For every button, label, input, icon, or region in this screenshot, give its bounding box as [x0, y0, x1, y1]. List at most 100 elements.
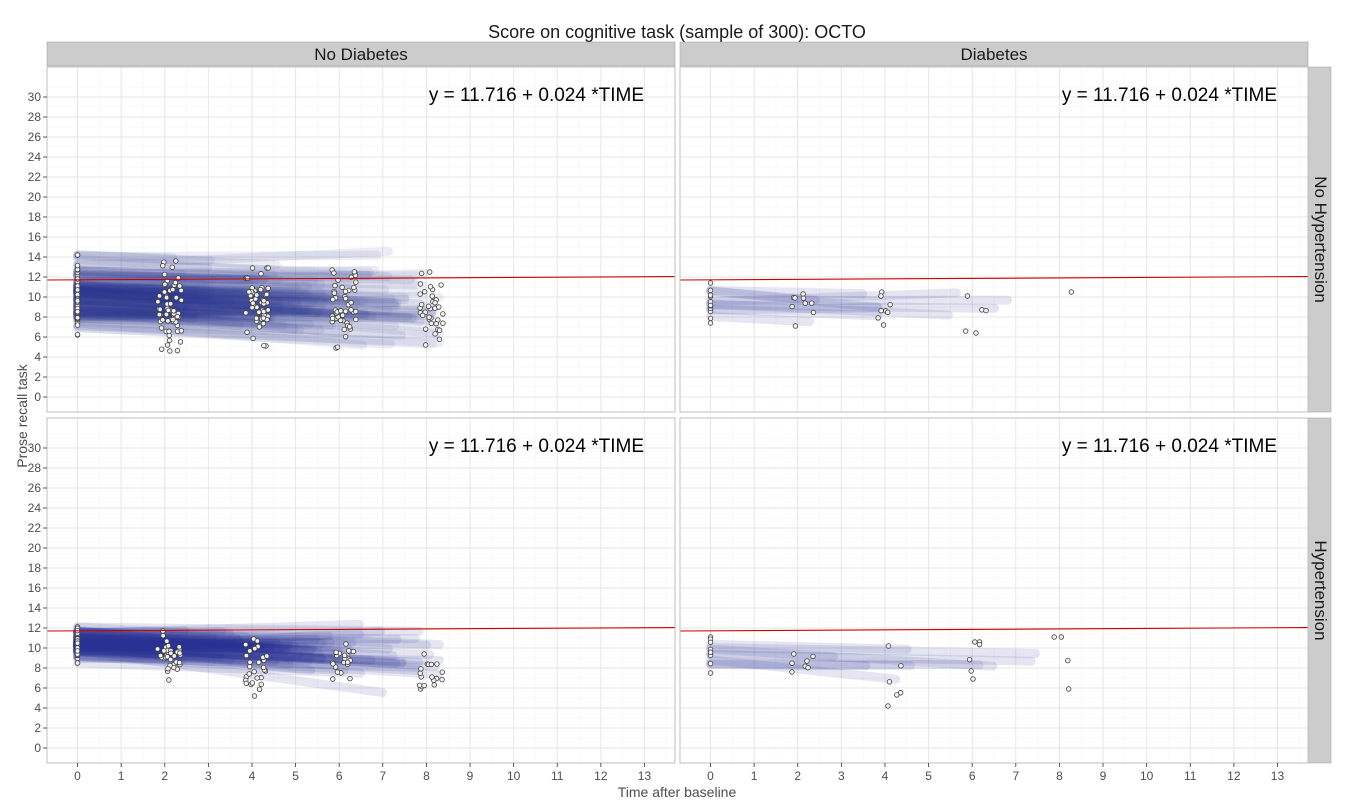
data-point	[264, 291, 270, 298]
facet-panels: No Diabetes Diabetes No Hypertension Hypert…	[28, 41, 1332, 783]
data-point	[334, 669, 341, 675]
data-point	[436, 327, 443, 334]
data-point	[884, 309, 891, 316]
y-tick-label: 14	[28, 601, 42, 615]
data-point	[440, 320, 446, 326]
x-tick-label: 11	[551, 769, 564, 783]
y-tick-label: 18	[28, 561, 42, 575]
data-point	[439, 669, 445, 675]
data-point	[339, 312, 346, 318]
data-point	[74, 322, 81, 328]
data-point	[74, 331, 81, 338]
data-point	[158, 346, 165, 352]
data-point	[74, 252, 81, 258]
data-point	[1051, 634, 1057, 640]
data-point	[348, 299, 354, 306]
data-point	[348, 307, 354, 313]
data-point	[351, 269, 358, 275]
data-point	[251, 668, 257, 675]
data-point	[260, 315, 267, 321]
data-point	[161, 289, 168, 295]
data-point	[962, 328, 969, 334]
data-point	[810, 653, 816, 660]
data-point	[178, 328, 185, 334]
data-point	[74, 262, 81, 269]
data-point	[800, 291, 806, 297]
data-point	[707, 660, 714, 667]
data-point	[1058, 634, 1065, 640]
equation-label: y = 11.716 + 0.024 *TIME	[1062, 436, 1277, 457]
y-tick-label: 16	[28, 230, 42, 244]
data-point	[174, 313, 181, 320]
panel-nodiab-nohtn: y = 11.716 + 0.024 *TIME0246810121416182…	[28, 66, 676, 413]
data-point	[333, 649, 339, 656]
data-point	[347, 675, 353, 682]
data-point	[178, 297, 185, 303]
y-tick-label: 28	[28, 461, 42, 475]
data-point	[964, 293, 971, 299]
data-point	[160, 628, 166, 634]
data-point	[254, 638, 261, 644]
data-point	[983, 307, 989, 314]
x-tick-label: 8	[423, 769, 430, 783]
y-tick-label: 0	[34, 390, 41, 404]
data-point	[1065, 657, 1071, 664]
data-point	[353, 279, 359, 285]
data-point	[249, 304, 255, 311]
data-point	[244, 329, 250, 335]
data-point	[250, 335, 256, 342]
data-point	[878, 307, 884, 314]
x-axis-label: Time after baseline	[618, 784, 737, 800]
data-point	[260, 308, 267, 315]
data-point	[170, 286, 176, 293]
data-point	[898, 663, 904, 669]
data-point	[707, 302, 714, 309]
data-point	[74, 640, 81, 646]
data-point	[172, 279, 179, 286]
data-point	[707, 670, 714, 676]
y-tick-label: 20	[28, 190, 42, 204]
data-point	[173, 295, 180, 301]
x-tick-label: 3	[205, 769, 212, 783]
data-point	[256, 686, 263, 693]
data-point	[417, 291, 423, 297]
data-point	[174, 347, 181, 354]
data-point	[251, 693, 258, 699]
y-tick-label: 8	[34, 310, 41, 324]
data-point	[243, 310, 249, 316]
data-point	[342, 333, 349, 340]
data-point	[165, 318, 171, 324]
data-point	[422, 326, 429, 332]
y-tick-label: 30	[28, 90, 42, 104]
data-point	[166, 332, 172, 339]
data-point	[249, 265, 256, 271]
data-point	[160, 263, 166, 269]
data-point	[265, 307, 271, 313]
data-point	[792, 295, 798, 301]
data-point	[970, 676, 976, 682]
y-tick-label: 4	[34, 350, 41, 364]
x-tick-label: 13	[1271, 769, 1285, 783]
y-tick-label: 26	[28, 481, 42, 495]
data-point	[418, 666, 424, 672]
y-tick-label: 30	[28, 441, 42, 455]
data-point	[156, 293, 163, 299]
data-point	[331, 290, 338, 296]
data-point	[158, 325, 165, 331]
data-point	[343, 641, 349, 647]
data-point	[339, 284, 345, 291]
data-point	[421, 289, 428, 295]
x-tick-label: 4	[882, 769, 889, 783]
data-point	[332, 282, 338, 289]
data-point	[438, 282, 444, 288]
facet-chart: Score on cognitive task (sample of 300):…	[14, 22, 1332, 800]
data-point	[417, 281, 424, 287]
data-point	[800, 295, 807, 302]
row-strip-label: Hypertension	[1311, 540, 1330, 640]
row-strip-hypertension: Hypertension	[1307, 417, 1332, 764]
data-point	[875, 315, 881, 321]
data-point	[973, 330, 979, 336]
data-point	[165, 643, 172, 649]
data-point	[243, 652, 250, 659]
x-axis-ticks: 0 1 2 3 4 5 6 7 8 9 10 11 12 13	[707, 763, 1284, 783]
